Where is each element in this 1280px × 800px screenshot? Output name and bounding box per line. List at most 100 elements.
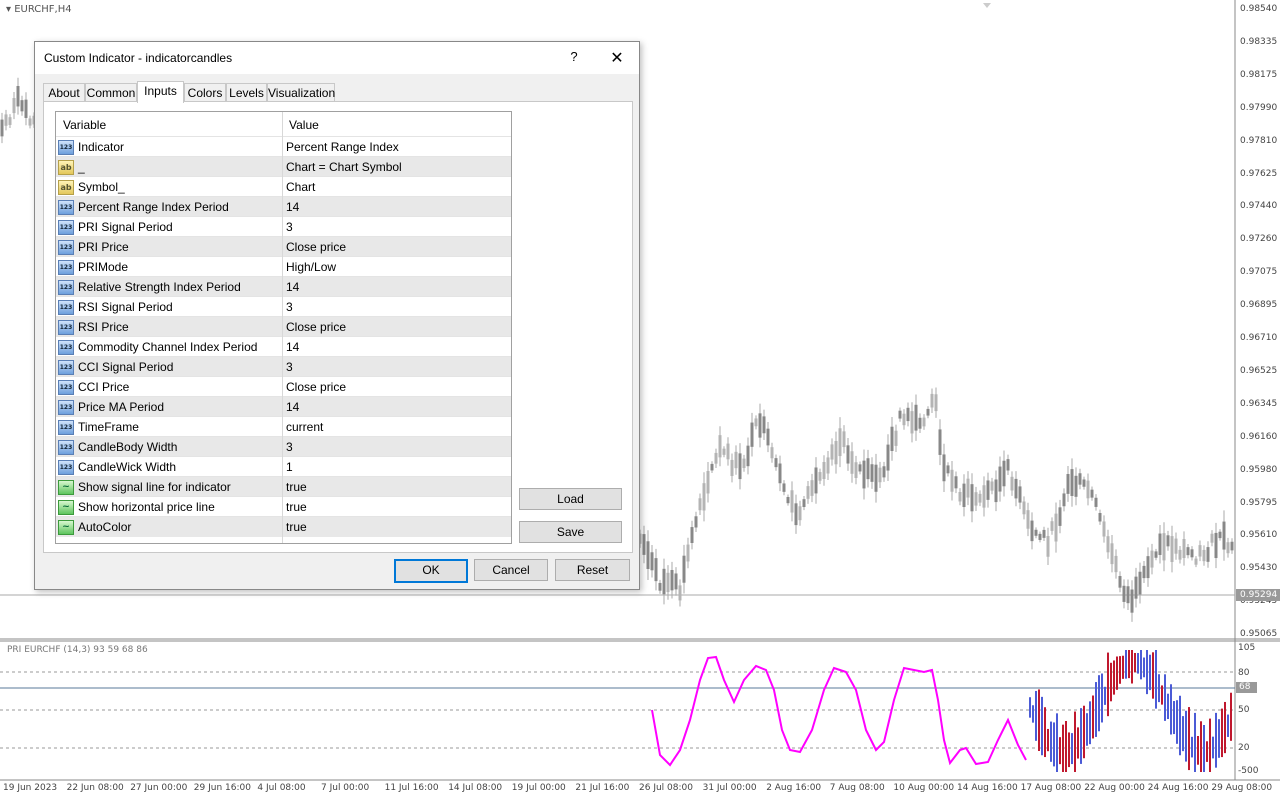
grid-row[interactable]: 123 RSI Signal Period 3 xyxy=(56,296,511,317)
tab-levels[interactable]: Levels xyxy=(226,83,267,102)
grid-row[interactable]: 123 TimeFrame current xyxy=(56,416,511,437)
time-axis-label: 4 Jul 08:00 xyxy=(257,783,306,793)
help-button[interactable]: ? xyxy=(566,49,582,64)
variable-value[interactable]: Close price xyxy=(286,240,346,254)
grid-row[interactable]: 123 CCI Price Close price xyxy=(56,376,511,397)
time-axis-label: 2 Aug 16:00 xyxy=(766,783,822,793)
grid-row[interactable]: 123 CandleWick Width 1 xyxy=(56,456,511,477)
variable-value[interactable]: 3 xyxy=(286,440,293,454)
price-axis-label: 0.97625 xyxy=(1240,168,1278,179)
price-axis-label: 0.98540 xyxy=(1240,4,1278,14)
price-axis-label: 0.97440 xyxy=(1240,201,1278,212)
variable-value[interactable]: 14 xyxy=(286,340,299,354)
time-axis-label: 29 Aug 08:00 xyxy=(1211,783,1273,793)
variable-value[interactable]: true xyxy=(286,520,307,534)
price-axis-label: 0.95980 xyxy=(1240,464,1278,475)
number-type-icon: 123 xyxy=(58,340,74,355)
grid-row[interactable]: 123 PRIMode High/Low xyxy=(56,256,511,277)
number-type-icon: 123 xyxy=(58,300,74,315)
time-axis-label: 10 Aug 00:00 xyxy=(893,783,955,793)
variable-value[interactable]: true xyxy=(286,500,307,514)
variable-value[interactable]: 3 xyxy=(286,360,293,374)
price-axis-label: 0.95795 xyxy=(1240,497,1278,508)
grid-row[interactable]: 123 Commodity Channel Index Period 14 xyxy=(56,336,511,357)
dialog-title: Custom Indicator - indicatorcandles xyxy=(44,51,233,65)
variable-value[interactable]: true xyxy=(286,480,307,494)
price-axis-label: 0.96160 xyxy=(1240,431,1278,442)
time-axis-label: 7 Jul 00:00 xyxy=(321,783,370,793)
number-type-icon: 123 xyxy=(58,320,74,335)
column-header-variable[interactable]: Variable xyxy=(63,118,106,132)
grid-row[interactable]: ab Symbol_ Chart xyxy=(56,176,511,197)
grid-row[interactable]: 123 Percent Range Index Period 14 xyxy=(56,196,511,217)
variable-value[interactable]: 14 xyxy=(286,280,299,294)
reset-button[interactable]: Reset xyxy=(555,559,630,581)
grid-header: Variable Value xyxy=(56,112,511,136)
variable-value[interactable]: Percent Range Index xyxy=(286,140,399,154)
time-axis-label: 29 Jun 16:00 xyxy=(193,783,251,793)
time-axis-label: 26 Jul 08:00 xyxy=(639,783,693,793)
grid-row[interactable]: ~ Show signal line for indicator true xyxy=(56,476,511,497)
variable-name: _ xyxy=(78,160,85,174)
save-button[interactable]: Save xyxy=(519,521,622,543)
variable-value[interactable]: current xyxy=(286,420,323,434)
inputs-grid[interactable]: Variable Value 123 Indicator Percent Range… xyxy=(55,111,512,544)
ok-button[interactable]: OK xyxy=(394,559,468,583)
variable-value[interactable]: Chart = Chart Symbol xyxy=(286,160,402,174)
time-axis-label: 24 Aug 16:00 xyxy=(1147,783,1209,793)
dialog-titlebar[interactable]: Custom Indicator - indicatorcandles ? ✕ xyxy=(35,42,639,74)
grid-row[interactable]: 123 Indicator Percent Range Index xyxy=(56,136,511,157)
number-type-icon: 123 xyxy=(58,260,74,275)
tab-colors[interactable]: Colors xyxy=(184,83,226,102)
grid-row[interactable]: 123 RSI Price Close price xyxy=(56,316,511,337)
tab-inputs[interactable]: Inputs xyxy=(137,81,184,103)
column-header-value[interactable]: Value xyxy=(289,118,319,132)
variable-value[interactable]: Close price xyxy=(286,320,346,334)
variable-name: Show signal line for indicator xyxy=(78,480,231,494)
variable-value[interactable]: 3 xyxy=(286,220,293,234)
price-axis-label: 0.97810 xyxy=(1240,135,1278,146)
grid-row[interactable]: 123 Price MA Period 14 xyxy=(56,396,511,417)
price-axis-label: 0.96895 xyxy=(1240,300,1278,311)
variable-value[interactable]: 14 xyxy=(286,200,299,214)
price-axis-label: 0.98335 xyxy=(1240,36,1278,47)
tab-visualization[interactable]: Visualization xyxy=(267,83,335,102)
price-axis-label: 0.97260 xyxy=(1240,234,1278,245)
variable-value[interactable]: 1 xyxy=(286,460,293,474)
number-type-icon: 123 xyxy=(58,280,74,295)
grid-row[interactable]: ~ Show horizontal price line true xyxy=(56,496,511,517)
grid-row[interactable]: ~ AutoColor true xyxy=(56,516,511,537)
variable-name: Relative Strength Index Period xyxy=(78,280,241,294)
close-button[interactable]: ✕ xyxy=(608,48,626,68)
variable-name: Price MA Period xyxy=(78,400,165,414)
grid-row[interactable]: 123 CCI Signal Period 3 xyxy=(56,356,511,377)
price-axis-label: 0.98175 xyxy=(1240,69,1278,80)
grid-row[interactable]: 123 PRI Signal Period 3 xyxy=(56,216,511,237)
variable-value[interactable]: Chart xyxy=(286,180,315,194)
variable-name: AutoColor xyxy=(78,520,132,534)
price-axis-label: 0.96345 xyxy=(1240,398,1278,409)
number-type-icon: 123 xyxy=(58,240,74,255)
bool-type-icon: ~ xyxy=(58,480,74,495)
variable-value[interactable]: High/Low xyxy=(286,260,336,274)
indicator-axis-label: 105 xyxy=(1238,643,1256,653)
time-axis-label: 7 Aug 08:00 xyxy=(829,783,885,793)
cancel-button[interactable]: Cancel xyxy=(474,559,548,581)
price-axis-label: 0.97075 xyxy=(1240,267,1278,278)
grid-row[interactable]: ab _ Chart = Chart Symbol xyxy=(56,156,511,177)
load-button[interactable]: Load xyxy=(519,488,622,510)
grid-row[interactable]: 123 Relative Strength Index Period 14 xyxy=(56,276,511,297)
tab-about[interactable]: About xyxy=(43,83,85,102)
tab-common[interactable]: Common xyxy=(85,83,137,102)
variable-value[interactable]: 3 xyxy=(286,300,293,314)
column-separator[interactable] xyxy=(282,112,283,543)
variable-value[interactable]: Close price xyxy=(286,380,346,394)
price-axis-label: 0.95430 xyxy=(1240,563,1278,574)
time-axis-label: 22 Aug 00:00 xyxy=(1084,783,1145,793)
grid-row[interactable]: 123 PRI Price Close price xyxy=(56,236,511,257)
grid-row[interactable]: 123 CandleBody Width 3 xyxy=(56,436,511,457)
number-type-icon: 123 xyxy=(58,420,74,435)
variable-value[interactable]: 14 xyxy=(286,400,299,414)
variable-name: PRI Signal Period xyxy=(78,220,173,234)
time-axis-label: 11 Jul 16:00 xyxy=(384,783,439,793)
